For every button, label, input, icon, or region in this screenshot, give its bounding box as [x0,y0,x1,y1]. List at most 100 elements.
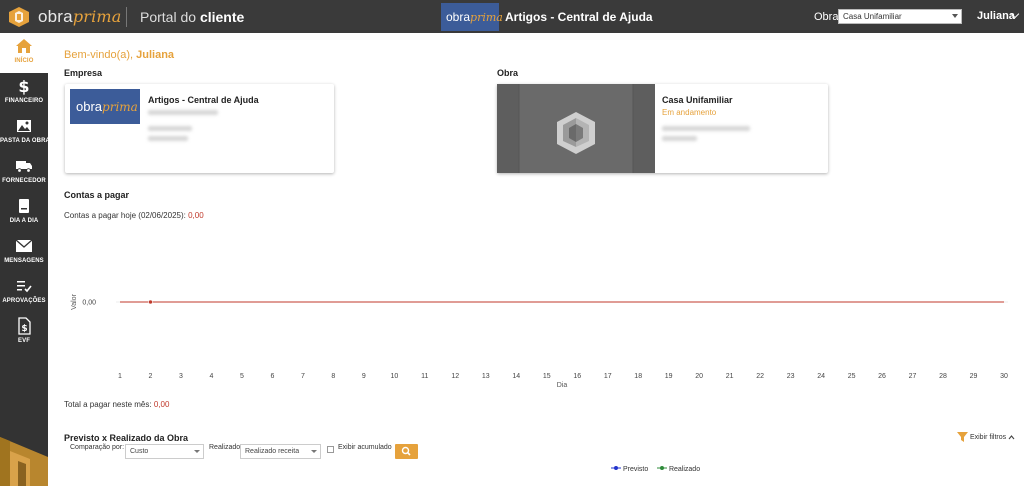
search-button[interactable] [395,444,418,459]
sidebar-item-aprovacoes[interactable]: APROVAÇÕES [0,273,48,313]
chart-x-tick-label: 18 [634,373,642,380]
realizado-label: Realizado [209,444,241,451]
sidebar-item-inicio[interactable]: INÍCIO [0,33,48,73]
obra-select[interactable]: Casa Unifamiliar [838,9,962,24]
chart-x-tick-label: 10 [390,373,398,380]
sidebar-brand-decoration-icon [0,437,48,486]
chart-x-tick-label: 11 [421,373,428,380]
sidebar-item-evf[interactable]: $ EVF [0,313,48,353]
legend-realizado[interactable]: Realizado [657,465,700,473]
legend-realizado-label: Realizado [668,466,701,473]
blurred-text [662,126,750,131]
sidebar-item-label: APROVAÇÕES [2,298,46,304]
user-name[interactable]: Juliana [977,10,1015,22]
sidebar-item-pasta-da-obra[interactable]: PASTA DA OBRA [0,113,50,153]
chart-point[interactable] [148,299,153,305]
image-icon [17,120,31,132]
sidebar: INÍCIO $ FINANCEIRO PASTA DA OBRA FORNEC… [0,33,50,486]
main-content: Bem-vindo(a), Juliana Empresa Obra obrap… [48,33,1024,486]
comparacao-value: Custo [130,448,149,455]
obra-label: Obra [814,11,839,23]
welcome-prefix: Bem-vindo(a), [64,49,137,61]
sidebar-item-fornecedor[interactable]: FORNECEDOR [0,153,48,193]
chart-x-tick-label: 28 [939,373,947,380]
envelope-icon [15,239,33,252]
obra-status: Em andamento [662,108,717,117]
chart-x-tick-label: 8 [331,373,335,380]
sidebar-item-dia-a-dia[interactable]: DIA A DIA [0,193,48,233]
chart-x-tick-label: 2 [149,373,153,380]
chart-x-tick-label: 25 [848,373,856,380]
chart-x-tick-label: 26 [878,373,886,380]
sidebar-item-label: FINANCEIRO [4,98,44,104]
book-icon [19,199,29,213]
acumulado-checkbox[interactable] [327,446,334,453]
chart-x-tick-label: 24 [817,373,825,380]
legend-realizado-marker-icon [657,466,667,470]
sidebar-item-label: FORNECEDOR [2,178,46,184]
empresa-name: Artigos - Central de Ajuda [148,95,259,105]
welcome-name: Juliana [136,49,175,61]
blurred-text [662,136,697,141]
contas-chart: 1 2 3 4 5 6 7 8 9 10 11 12 13 14 15 16 17 18 19 20 21 22 23 24 2… [71,293,1008,389]
svg-text:$: $ [18,77,29,95]
logo-prima: prima [72,7,122,26]
comparacao-select[interactable]: Custo [125,444,204,459]
chart-x-tick-label: 3 [179,373,183,380]
comparacao-label: Comparação por: [70,444,125,451]
blurred-text [148,136,188,141]
contas-title: Contas a pagar [64,190,130,200]
sidebar-item-label: PASTA DA OBRA [0,138,50,144]
app-logo-text[interactable]: obraprima [38,7,122,27]
obra-select-value: Casa Unifamiliar [843,12,902,21]
chevron-down-icon [311,450,317,453]
sidebar-item-financeiro[interactable]: $ FINANCEIRO [0,73,48,113]
chevron-down-icon [194,450,200,453]
chart-x-tick-label: 19 [665,373,673,380]
chart-x-tick-label: 12 [451,373,459,380]
contas-hoje: Contas a pagar hoje (02/06/2025): 0,00 [64,211,204,220]
obra-card[interactable]: Casa Unifamiliar Em andamento [497,84,828,173]
chart-y-label: Valor [71,293,78,309]
chevron-up-icon [1008,434,1015,439]
total-mes: Total a pagar neste mês: 0,00 [64,400,169,409]
obraprima-logo-icon[interactable] [8,6,30,28]
sidebar-item-label: INÍCIO [14,58,34,64]
company-title: Artigos - Central de Ajuda [505,10,653,24]
exibir-filtros-button[interactable]: Exibir filtros [957,432,1015,442]
sidebar-item-mensagens[interactable]: MENSAGENS [0,233,48,273]
realizado-value: Realizado receita [245,448,300,455]
chart-x-ticks: 1 2 3 4 5 6 7 8 9 10 11 12 13 14 15 16 17 18 19 20 21 22 23 24 2… [118,373,1008,380]
sidebar-item-label: DIA A DIA [9,218,39,224]
empresa-logo: obraprima [70,89,140,124]
chart-y-tick-label: 0,00 [82,300,96,307]
obra-title: Obra [497,68,519,78]
top-bar: obraprima Portal do cliente obraprima Ar… [0,0,1024,33]
empresa-card[interactable]: obraprima Artigos - Central de Ajuda [65,84,334,173]
realizado-select[interactable]: Realizado receita [240,444,321,459]
company-logo: obraprima [441,3,503,31]
chevron-down-icon [952,14,958,18]
chart-x-tick-label: 16 [573,373,581,380]
total-mes-value: 0,00 [153,400,170,409]
chart-x-tick-label: 6 [270,373,274,380]
acumulado-label: Exibir acumulado [338,444,392,451]
dollar-icon: $ [18,77,29,95]
legend-previsto-marker-icon [611,466,621,470]
legend-previsto[interactable]: Previsto [611,465,648,473]
exibir-filtros-label: Exibir filtros [969,433,1007,441]
header-divider [126,7,127,27]
total-mes-label: Total a pagar neste mês: [64,400,154,409]
truck-icon [16,161,32,173]
svg-text:$: $ [21,324,27,334]
home-icon [16,39,32,53]
chart-x-tick-label: 5 [240,373,244,380]
sidebar-item-label: EVF [18,338,30,344]
chart-x-tick-label: 14 [512,373,520,380]
chart-x-tick-label: 23 [787,373,795,380]
chart-x-tick-label: 1 [118,373,122,380]
chart-x-tick-label: 21 [726,373,734,380]
chart-x-tick-label: 20 [695,373,703,380]
portal-title: Portal do cliente [140,9,244,25]
legend-previsto-label: Previsto [622,466,649,473]
